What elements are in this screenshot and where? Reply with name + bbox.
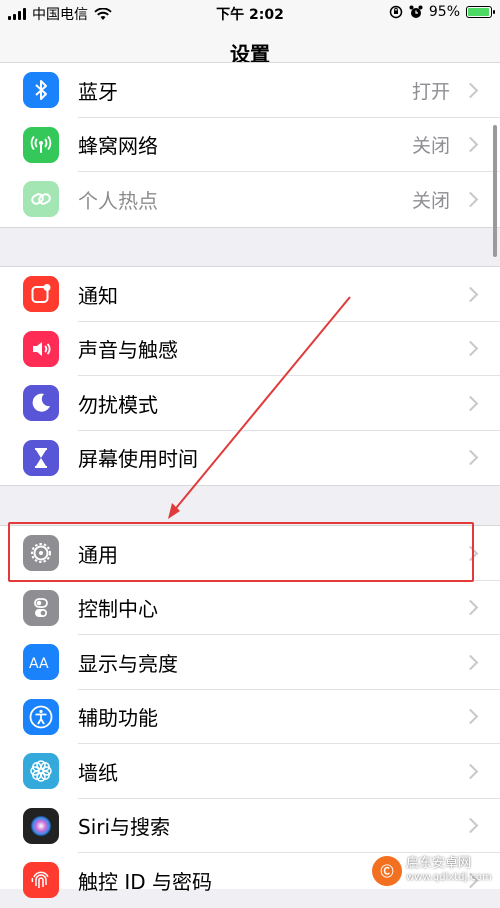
chevron-right-icon [462,286,479,303]
chevron-right-icon [462,708,479,725]
alarm-clock-icon [409,5,423,18]
status-bar: 中国电信 下午 2:02 95% [0,0,500,26]
chevron-right-icon [462,654,479,671]
chevron-right-icon [462,191,479,208]
settings-row-do-not-disturb[interactable]: 勿扰模式 [0,376,500,431]
watermark-line-2: www.qdlxtdj.com [406,871,492,883]
chevron-right-icon [462,817,479,834]
settings-row-value: 关闭 [411,189,450,212]
settings-row-screen-time[interactable]: 屏幕使用时间 [0,431,500,486]
settings-row-sounds[interactable]: 声音与触感 [0,322,500,376]
settings-row-wallpaper[interactable]: 墙纸 [0,744,500,799]
settings-row-label: 个人热点 [78,188,158,213]
battery-level-fill [468,8,489,16]
hourglass-icon [23,439,59,476]
settings-group-connectivity: 蓝牙 打开 蜂窝网络 关闭 个人热点 关闭 [0,62,500,228]
watermark-badge: Ⓒ [372,855,402,886]
cellular-antenna-icon [23,126,59,163]
settings-row-label: 蓝牙 [78,79,118,104]
settings-row-display-brightness[interactable]: AA 显示与亮度 [0,635,500,690]
settings-row-label: 屏幕使用时间 [78,447,198,472]
settings-row-hotspot[interactable]: 个人热点 关闭 [0,172,500,227]
chevron-right-icon [462,449,479,466]
annotation-highlight-box [8,522,474,582]
chevron-right-icon [462,599,479,616]
chevron-right-icon [462,763,479,780]
settings-row-label: 墙纸 [78,760,118,785]
bluetooth-icon [23,72,59,109]
settings-row-bluetooth[interactable]: 蓝牙 打开 [0,63,500,118]
moon-icon [23,385,59,422]
settings-row-label: 控制中心 [78,597,158,622]
notifications-icon [23,276,59,313]
watermark-logo: Ⓒ 启东安卓网 www.qdlxtdj.com [372,852,500,889]
settings-row-siri-search[interactable]: Siri与搜索 [0,799,500,853]
settings-row-cellular[interactable]: 蜂窝网络 关闭 [0,118,500,172]
settings-row-control-center[interactable]: 控制中心 [0,581,500,635]
chevron-right-icon [462,136,479,153]
svg-text:AA: AA [29,656,49,672]
chevron-right-icon [462,82,479,99]
settings-row-value: 关闭 [411,135,450,158]
status-bar-right: 95% [389,4,495,20]
fingerprint-icon [23,862,59,899]
settings-row-notifications[interactable]: 通知 [0,267,500,322]
watermark-line-1: 启东安卓网 [406,855,472,871]
chevron-right-icon [462,395,479,412]
orientation-lock-icon [389,5,403,19]
settings-row-label: 辅助功能 [78,706,158,731]
settings-row-accessibility[interactable]: 辅助功能 [0,690,500,744]
scroll-indicator [493,125,497,257]
settings-row-label: Siri与搜索 [78,815,171,840]
siri-icon [23,807,59,844]
flower-icon [23,753,59,790]
settings-row-label: 蜂窝网络 [78,134,158,159]
battery-percent: 95% [428,4,460,20]
toggles-icon [23,589,59,626]
battery-icon [466,6,495,18]
settings-row-label: 触控 ID 与密码 [78,869,213,894]
settings-row-label: 通知 [78,283,118,308]
settings-row-label: 声音与触感 [78,338,178,363]
text-size-icon: AA [23,644,59,681]
settings-row-value: 打开 [411,80,450,103]
settings-row-label: 显示与亮度 [78,651,178,676]
settings-row-label: 勿扰模式 [78,392,158,417]
speaker-icon [23,330,59,367]
accessibility-icon [23,698,59,735]
hotspot-link-icon [23,181,59,218]
settings-group-notifications: 通知 声音与触感 勿扰模式 屏幕使用时间 [0,266,500,486]
chevron-right-icon [462,340,479,357]
